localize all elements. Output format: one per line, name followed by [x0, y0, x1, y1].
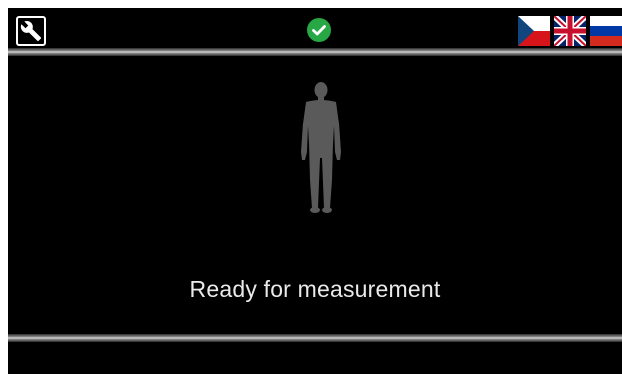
- wrench-icon: [20, 21, 42, 42]
- language-selector: [518, 16, 622, 46]
- measurement-area: Ready for measurement: [8, 56, 622, 334]
- flag-czech-icon[interactable]: [518, 16, 550, 46]
- top-divider: [8, 48, 622, 56]
- settings-button[interactable]: [16, 16, 46, 46]
- app-screen: Ready for measurement: [8, 8, 622, 374]
- top-bar: [8, 8, 622, 52]
- bottom-divider: [8, 334, 622, 342]
- standing-person-icon: [301, 82, 341, 213]
- flag-russia-icon[interactable]: [590, 16, 622, 46]
- flag-uk-icon[interactable]: [554, 16, 586, 46]
- status-message: Ready for measurement: [189, 276, 441, 302]
- check-circle-icon: [307, 18, 331, 42]
- footer-bar: [8, 342, 622, 374]
